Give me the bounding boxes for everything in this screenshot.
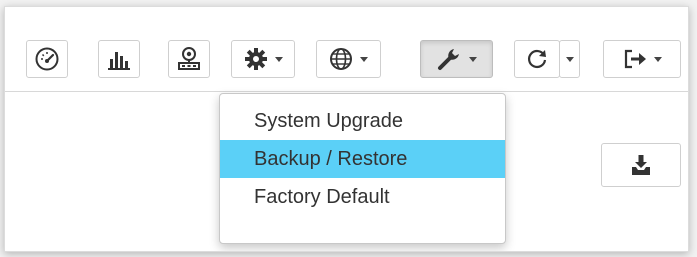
language-dropdown-button[interactable] bbox=[316, 40, 381, 78]
statistics-button[interactable] bbox=[98, 40, 140, 78]
reboot-dropdown-toggle[interactable] bbox=[559, 40, 580, 78]
menu-item-backup-restore[interactable]: Backup / Restore bbox=[220, 140, 505, 178]
dashboard-button[interactable] bbox=[26, 40, 68, 78]
reboot-button[interactable] bbox=[514, 40, 560, 78]
tools-dropdown-button[interactable] bbox=[420, 40, 493, 78]
menu-item-factory-default[interactable]: Factory Default bbox=[220, 178, 505, 216]
download-button[interactable] bbox=[601, 143, 681, 187]
chevron-down-icon bbox=[274, 56, 283, 62]
download-tray-icon bbox=[632, 155, 650, 175]
toolbar bbox=[5, 7, 688, 92]
chevron-down-icon bbox=[653, 56, 662, 62]
settings-dropdown-button[interactable] bbox=[231, 40, 295, 78]
chevron-down-icon bbox=[469, 56, 477, 62]
wrench-icon bbox=[438, 49, 459, 70]
app-window: System Upgrade Backup / Restore Factory … bbox=[4, 6, 689, 252]
bar-chart-icon bbox=[108, 52, 130, 70]
menu-item-system-upgrade[interactable]: System Upgrade bbox=[220, 102, 505, 140]
refresh-icon bbox=[527, 49, 547, 69]
globe-icon bbox=[330, 48, 352, 70]
chevron-down-icon bbox=[565, 56, 574, 62]
network-button[interactable] bbox=[168, 40, 210, 78]
network-icon bbox=[178, 47, 200, 70]
logout-dropdown-button[interactable] bbox=[603, 40, 681, 78]
dashboard-icon bbox=[35, 47, 59, 71]
chevron-down-icon bbox=[360, 56, 368, 62]
gear-icon bbox=[244, 48, 267, 70]
tools-dropdown-menu: System Upgrade Backup / Restore Factory … bbox=[219, 93, 506, 244]
logout-icon bbox=[624, 49, 646, 69]
